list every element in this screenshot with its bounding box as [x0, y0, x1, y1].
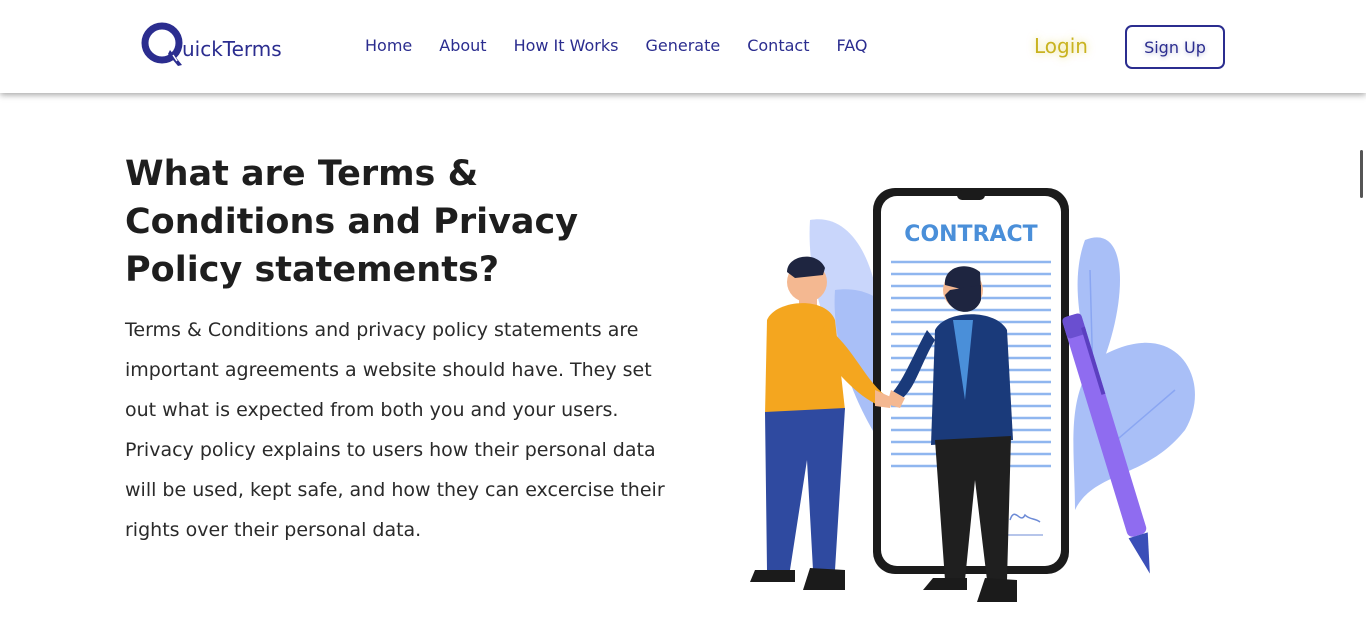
brand-name: uickTerms — [182, 37, 282, 61]
sign-up-button[interactable]: Sign Up — [1125, 25, 1225, 69]
quickterms-logo-icon — [141, 22, 183, 66]
nav-generate[interactable]: Generate — [645, 36, 720, 55]
contract-label: CONTRACT — [904, 222, 1037, 247]
nav-home[interactable]: Home — [365, 36, 412, 55]
top-navbar: uickTerms Home About How It Works Genera… — [0, 0, 1366, 93]
nav-about[interactable]: About — [439, 36, 486, 55]
hero-title: What are Terms & Conditions and Privacy … — [125, 154, 579, 290]
scrollbar-thumb[interactable] — [1360, 150, 1363, 198]
handshake-illustration: CONTRACT — [750, 188, 1195, 602]
login-link[interactable]: Login — [1034, 34, 1088, 58]
main-nav: Home About How It Works Generate Contact… — [365, 36, 894, 55]
brand-logo[interactable]: uickTerms — [140, 20, 282, 70]
nav-faq[interactable]: FAQ — [836, 36, 867, 55]
nav-how-it-works[interactable]: How It Works — [514, 36, 619, 55]
hero-description: Terms & Conditions and privacy policy st… — [125, 319, 665, 541]
nav-contact[interactable]: Contact — [747, 36, 809, 55]
